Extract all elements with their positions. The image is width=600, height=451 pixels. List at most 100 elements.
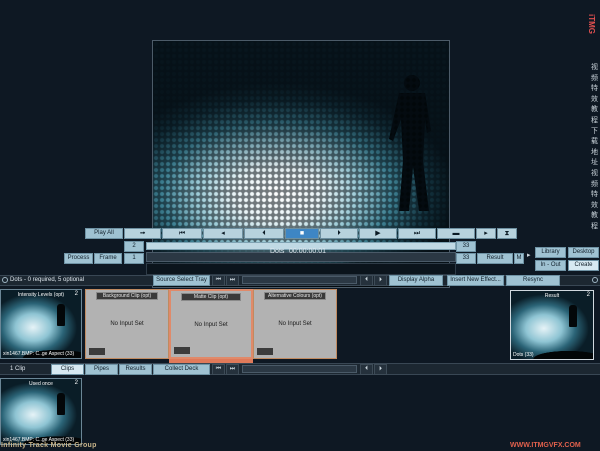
input-number: 2 <box>74 291 78 297</box>
tray-scrollbar[interactable] <box>242 276 357 284</box>
tab-clips[interactable]: Clips <box>51 364 84 375</box>
create-button[interactable]: Create <box>568 260 599 271</box>
source-select-tray-button[interactable]: Source Select Tray <box>153 275 210 286</box>
bin-clip-item[interactable]: Used once 2 xin1467.BMP: C..ge Aspect (3… <box>0 378 82 445</box>
play-all-button[interactable]: Play All <box>85 228 123 239</box>
skip-start-button[interactable]: ⏮ <box>162 228 202 239</box>
thumb-figure <box>57 304 65 326</box>
row2-left-number[interactable]: 1 <box>124 253 144 264</box>
resync-status-icon <box>592 277 598 283</box>
scrubber-strip[interactable] <box>146 263 456 275</box>
prev-icon: ⏮ <box>215 366 222 372</box>
next-icon: ⏭ <box>229 366 236 372</box>
bin-clip-number: 2 <box>74 380 78 386</box>
step-fwd-button[interactable]: ▸ <box>476 228 496 239</box>
hourglass-icon: ⧗ <box>504 230 510 237</box>
tray-prev-button[interactable]: ⏮ <box>212 275 225 286</box>
step-fwd-icon: ▸ <box>484 230 488 237</box>
process-button[interactable]: Process <box>64 253 93 264</box>
input-alternative-colours[interactable]: Alternative Colours (opt) No Input Set <box>253 289 337 359</box>
row2-right-number[interactable]: 33 <box>456 253 476 264</box>
thumb-figure <box>57 393 65 415</box>
result-dropdown[interactable]: Result <box>477 253 513 264</box>
side-char: 特 <box>591 190 598 199</box>
step-back-icon: ◂ <box>221 230 225 237</box>
resync-button[interactable]: Resync <box>506 275 560 286</box>
side-char: 址 <box>591 158 598 167</box>
side-char: 特 <box>591 84 598 93</box>
effect-name: Dots <box>270 248 285 255</box>
input-title: Matte Clip (opt) <box>181 293 241 301</box>
desktop-button[interactable]: Desktop <box>568 247 599 258</box>
watermark: WWW.ITMGVFX.COM <box>510 442 581 449</box>
bin-scrollbar[interactable] <box>242 365 357 373</box>
prev-icon: ⏮ <box>215 277 222 283</box>
skip-end-button[interactable]: ⏭ <box>398 228 436 239</box>
side-char: 频 <box>591 179 598 188</box>
side-char: 教 <box>591 211 598 220</box>
input-message: No Input Set <box>194 322 228 328</box>
tab-collect-deck[interactable]: Collect Deck <box>153 364 210 375</box>
tab-results[interactable]: Results <box>119 364 152 375</box>
tray-scroll-right-button[interactable]: ⏵ <box>374 275 387 286</box>
skip-start-icon: ⏮ <box>178 230 186 237</box>
input-swatch <box>89 348 105 355</box>
end-button[interactable]: ⧗ <box>497 228 517 239</box>
side-char: 载 <box>591 137 598 146</box>
row1-right-number[interactable]: 33 <box>456 241 476 252</box>
bin-prev-button[interactable]: ⏮ <box>212 364 225 375</box>
input-intensity-levels[interactable]: Intensity Levels (opt) 2 xin1467.BMP: C.… <box>0 289 82 359</box>
input-background-clip[interactable]: Background Clip (opt) No Input Set <box>85 289 169 359</box>
insert-new-effect-button[interactable]: Insert New Effect... <box>447 275 504 286</box>
next-key-button[interactable]: ⏵ <box>320 228 358 239</box>
side-char: 效 <box>591 94 598 103</box>
prev-key-button[interactable]: ⏴ <box>244 228 284 239</box>
stop-icon: ■ <box>299 230 305 237</box>
display-alpha-button[interactable]: Display Alpha <box>389 275 443 286</box>
app-window: Play All ➟ ⏮ ◂ ⏴ ■ ⏵ ▶ ⏭ ▬ ▸ ⧗ 2 33 Proc… <box>0 0 600 451</box>
stop-button[interactable]: ■ <box>285 228 319 239</box>
bin-scroll-right-button[interactable]: ⏵ <box>374 364 387 375</box>
step-back-button[interactable]: ◂ <box>203 228 243 239</box>
input-message: No Input Set <box>278 321 312 327</box>
side-char: 程 <box>591 221 598 230</box>
play-icon: ▶ <box>375 230 381 237</box>
range-button[interactable]: ▬ <box>437 228 475 239</box>
left-icon: ⏴ <box>364 366 368 372</box>
expand-arrow-icon[interactable]: ▸ <box>527 252 533 260</box>
result-title: Result <box>544 293 560 299</box>
input-swatch <box>257 348 273 355</box>
input-title: Intensity Levels (opt) <box>17 292 65 298</box>
result-output[interactable]: Result 2 Dots (33) <box>510 290 594 360</box>
bin-scroll-left-button[interactable]: ⏴ <box>360 364 373 375</box>
input-caption: xin1467.BMP: C..ge Aspect (33) <box>3 351 75 357</box>
input-message: No Input Set <box>110 321 144 327</box>
side-char: 教 <box>591 105 598 114</box>
bin-next-button[interactable]: ⏭ <box>226 364 239 375</box>
tray-scroll-left-button[interactable]: ⏴ <box>360 275 373 286</box>
tray-next-button[interactable]: ⏭ <box>226 275 239 286</box>
library-button[interactable]: Library <box>535 247 566 258</box>
play-button[interactable]: ▶ <box>359 228 397 239</box>
side-char: 效 <box>591 200 598 209</box>
arrow-icon: ➟ <box>139 230 146 237</box>
arrow-button[interactable]: ➟ <box>124 228 161 239</box>
side-char: 下 <box>591 126 598 135</box>
effect-status-icon <box>2 277 8 283</box>
row1-left-number[interactable]: 2 <box>124 241 144 252</box>
footer-brand: Infinity Track Movie Group <box>1 442 97 449</box>
result-caption: Dots (33) <box>513 352 534 358</box>
effect-status: Dots - 0 required, 5 optional <box>10 277 85 283</box>
input-matte-clip[interactable]: Matte Clip (opt) No Input Set <box>169 289 253 359</box>
thumb-figure <box>569 305 577 327</box>
skip-end-icon: ⏭ <box>413 230 421 237</box>
in-out-button[interactable]: In - Out <box>535 260 566 271</box>
left-icon: ⏴ <box>364 277 368 283</box>
frame-button[interactable]: Frame <box>94 253 122 264</box>
next-icon: ⏭ <box>229 277 236 283</box>
next-key-icon: ⏵ <box>337 230 341 237</box>
tab-pipes[interactable]: Pipes <box>85 364 118 375</box>
side-char: 视 <box>591 63 598 71</box>
timecode: 00:00:00:01 <box>289 248 326 255</box>
mode-button[interactable]: M <box>514 253 524 264</box>
